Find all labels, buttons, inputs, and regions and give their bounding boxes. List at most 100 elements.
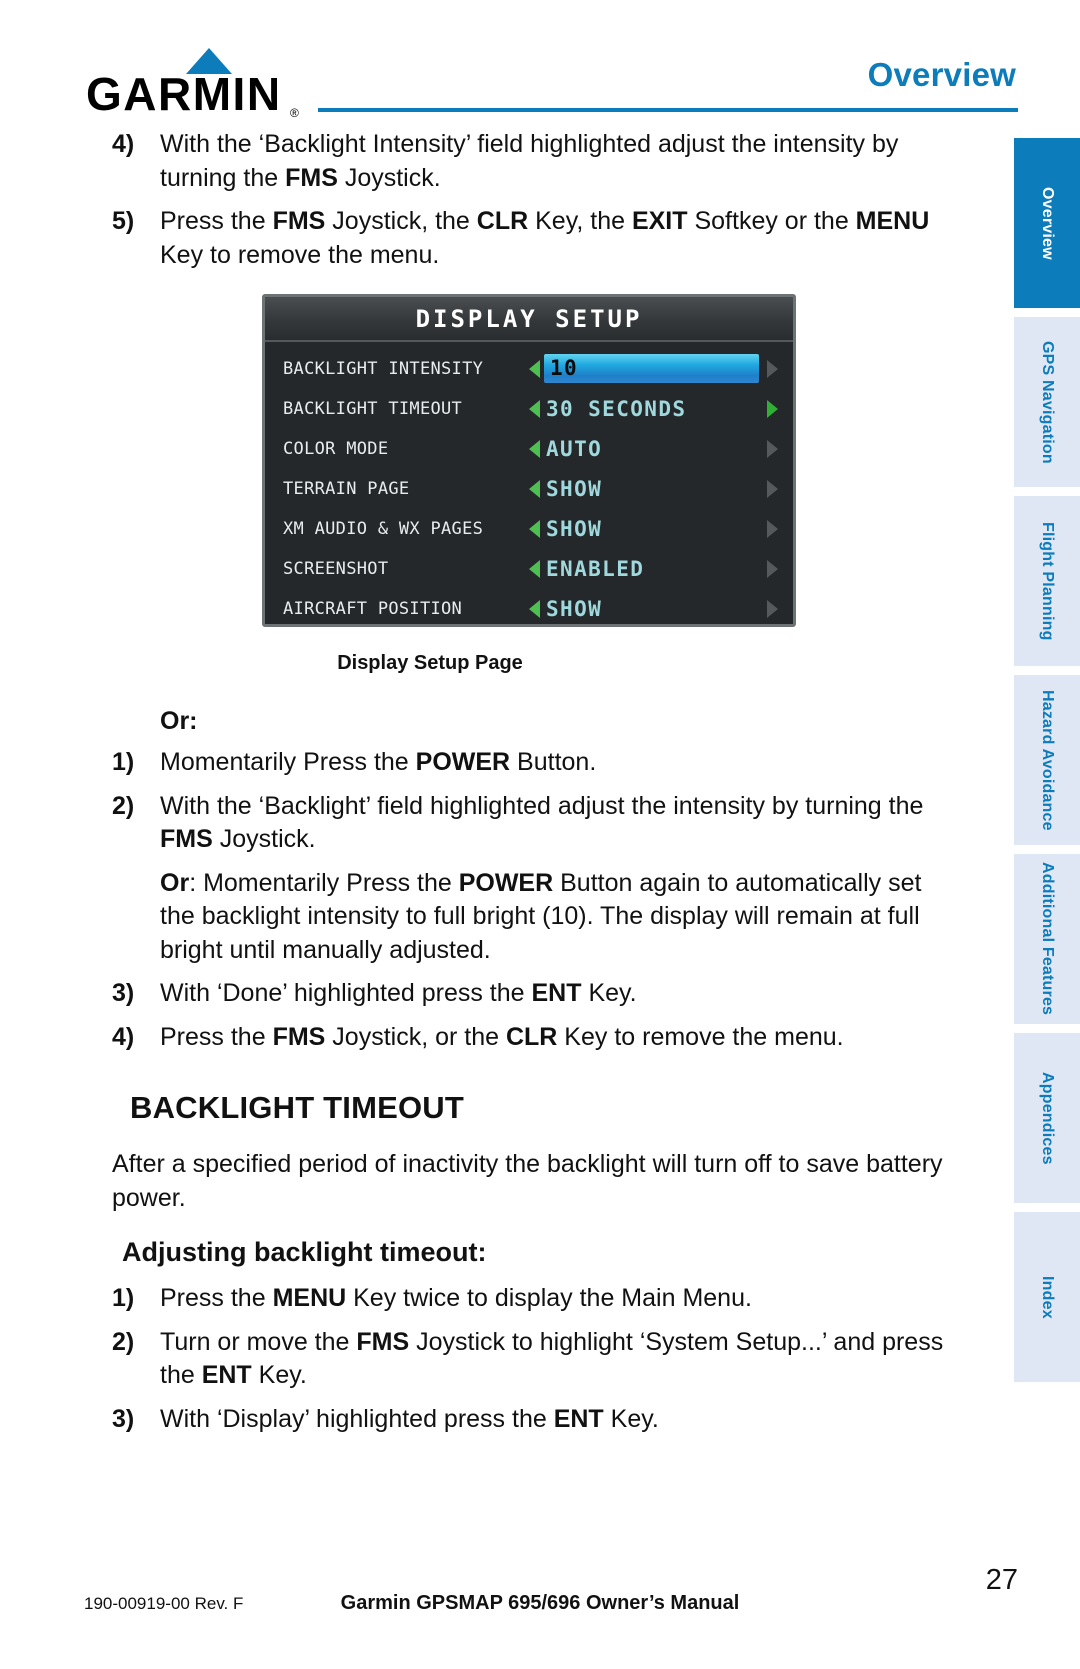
chevron-left-icon[interactable] [529,400,540,418]
sidebar-tab-label-wrap: Flight Planning [1014,496,1080,666]
step-number: 3) [112,979,135,1007]
sidebar-tab-label-wrap: Appendices [1014,1033,1080,1203]
device-setting-value: 10 [550,356,579,380]
sidebar-tab-label: GPS Navigation [1039,340,1056,464]
device-setting-value: SHOW [546,517,603,541]
step-number: 1) [112,748,135,776]
device-screen-title: DISPLAY SETUP [265,297,793,342]
step-text: Press the FMS Joystick, or the CLR Key t… [160,1022,844,1051]
or-paragraph: Or: Momentarily Press the POWER Button a… [160,868,922,964]
step-text: With ‘Done’ highlighted press the ENT Ke… [160,979,637,1007]
step-number: 1) [112,1284,135,1312]
chevron-left-icon[interactable] [529,360,540,378]
sidebar-tab-label: Appendices [1039,1071,1056,1165]
step-text: Momentarily Press the POWER Button. [160,748,597,776]
step-item: 2) Turn or move the FMS Joystick to highl… [0,1326,960,1393]
device-setting-value: SHOW [546,477,603,501]
step-number: 2) [112,1327,135,1356]
display-setup-device-screen: DISPLAY SETUP BACKLIGHT INTENSITY 10 BACKL… [262,294,796,627]
device-setting-row[interactable]: SCREENSHOT ENABLED [265,549,793,589]
chevron-left-icon[interactable] [529,440,540,458]
step-text: With the ‘Backlight’ field highlighted a… [160,791,924,854]
sidebar-tab-index[interactable]: Index [1014,1212,1080,1382]
or-label: Or: [160,707,198,735]
figure-caption: Display Setup Page [337,652,523,674]
sidebar-tab-label: Hazard Avoidance [1039,689,1056,831]
device-setting-row[interactable]: AIRCRAFT POSITION SHOW [265,589,793,624]
step-item: 4) With the ‘Backlight Intensity’ field h… [0,128,960,195]
step-list-mid2: 3) With ‘Done’ highlighted press the ENT … [0,977,960,1054]
step-number: 3) [112,1404,135,1433]
sidebar-tab-additional-features[interactable]: Additional Features [1014,854,1080,1024]
sidebar-tab-label-wrap: GPS Navigation [1014,317,1080,487]
chevron-right-icon[interactable] [767,440,778,458]
device-setting-label: BACKLIGHT INTENSITY [283,359,484,379]
chevron-right-icon[interactable] [767,480,778,498]
sidebar-tab-label-wrap: Overview [1014,138,1080,308]
device-setting-value: SHOW [546,597,603,621]
page-title: Overview [867,56,1016,93]
sidebar-tab-label-wrap: Hazard Avoidance [1014,675,1080,845]
step-item: 1) Momentarily Press the POWER Button. [0,746,960,780]
device-setting-row[interactable]: BACKLIGHT TIMEOUT 30 SECONDS [265,389,793,429]
device-setting-label: TERRAIN PAGE [283,479,410,499]
sidebar-tab-label-wrap: Index [1014,1212,1080,1382]
step-list-bottom: 1) Press the MENU Key twice to display th… [0,1282,960,1436]
sidebar-tab-label: Additional Features [1039,862,1056,1016]
device-setting-label: BACKLIGHT TIMEOUT [283,399,463,419]
step-item: 2) With the ‘Backlight’ field highlighted… [0,790,960,857]
device-setting-label: COLOR MODE [283,439,389,459]
garmin-logo-text: GARMIN [86,68,282,120]
step-list-mid: 1) Momentarily Press the POWER Button. 2) W… [0,746,960,857]
device-setting-label: XM AUDIO & WX PAGES [283,519,484,539]
step-item: 3) With ‘Done’ highlighted press the ENT … [0,977,960,1011]
sidebar-tab-flight-planning[interactable]: Flight Planning [1014,496,1080,666]
chevron-left-icon[interactable] [529,480,540,498]
chevron-right-icon[interactable] [767,560,778,578]
step-item: 3) With ‘Display’ highlighted press the E… [0,1403,960,1437]
device-setting-label: SCREENSHOT [283,559,389,579]
step-item: 4) Press the FMS Joystick, or the CLR Key… [0,1021,960,1055]
chevron-right-icon[interactable] [767,520,778,538]
step-text: Press the FMS Joystick, the CLR Key, the… [160,207,930,269]
sidebar-tab-appendices[interactable]: Appendices [1014,1033,1080,1203]
device-screenshot-figure: DISPLAY SETUP BACKLIGHT INTENSITY 10 BACKL… [0,294,960,634]
chevron-left-icon[interactable] [529,520,540,538]
step-text: With the ‘Backlight Intensity’ field hig… [160,130,899,192]
step-text: Press the MENU Key twice to display the … [160,1284,752,1312]
device-setting-value: ENABLED [546,557,645,581]
subsection-heading: Adjusting backlight timeout: [122,1237,487,1267]
device-setting-row[interactable]: XM AUDIO & WX PAGES SHOW [265,509,793,549]
page-header: GARMIN ® Overview [0,0,1080,120]
chevron-left-icon[interactable] [529,600,540,618]
device-setting-value: AUTO [546,437,603,461]
device-setting-value: 30 SECONDS [546,397,687,421]
step-text: Turn or move the FMS Joystick to highlig… [160,1327,944,1390]
step-number: 4) [112,1022,135,1051]
chevron-right-icon[interactable] [767,360,778,378]
device-setting-row[interactable]: COLOR MODE AUTO [265,429,793,469]
footer-page-number: 27 [985,1564,1018,1596]
step-item: 5) Press the FMS Joystick, the CLR Key, t… [0,205,960,272]
footer-manual-title: Garmin GPSMAP 695/696 Owner’s Manual [340,1592,740,1614]
section-tab-strip[interactable]: Overview GPS Navigation Flight Planning Haz… [1014,138,1080,1391]
step-number: 2) [112,791,135,820]
device-setting-row[interactable]: TERRAIN PAGE SHOW [265,469,793,509]
step-item: 1) Press the MENU Key twice to display th… [0,1282,960,1316]
device-setting-rows: BACKLIGHT INTENSITY 10 BACKLIGHT TIMEOUT 30… [265,342,793,624]
chevron-left-icon[interactable] [529,560,540,578]
page-footer: 190-00919-00 Rev. F Garmin GPSMAP 695/69… [0,1564,1080,1640]
sidebar-tab-gps-navigation[interactable]: GPS Navigation [1014,317,1080,487]
section-paragraph: After a specified period of inactivity t… [112,1150,943,1212]
device-screen-title-text: DISPLAY SETUP [415,304,643,333]
step-number: 4) [112,130,135,158]
document-body: 4) With the ‘Backlight Intensity’ field h… [0,128,960,1446]
sidebar-tab-label: Overview [1039,186,1056,260]
chevron-right-icon[interactable] [767,400,778,418]
chevron-right-icon[interactable] [767,600,778,618]
sidebar-tab-hazard-avoidance[interactable]: Hazard Avoidance [1014,675,1080,845]
device-setting-row[interactable]: BACKLIGHT INTENSITY 10 [265,349,793,389]
sidebar-tab-overview[interactable]: Overview [1014,138,1080,308]
step-number: 5) [112,207,135,235]
section-heading: BACKLIGHT TIMEOUT [130,1090,465,1125]
